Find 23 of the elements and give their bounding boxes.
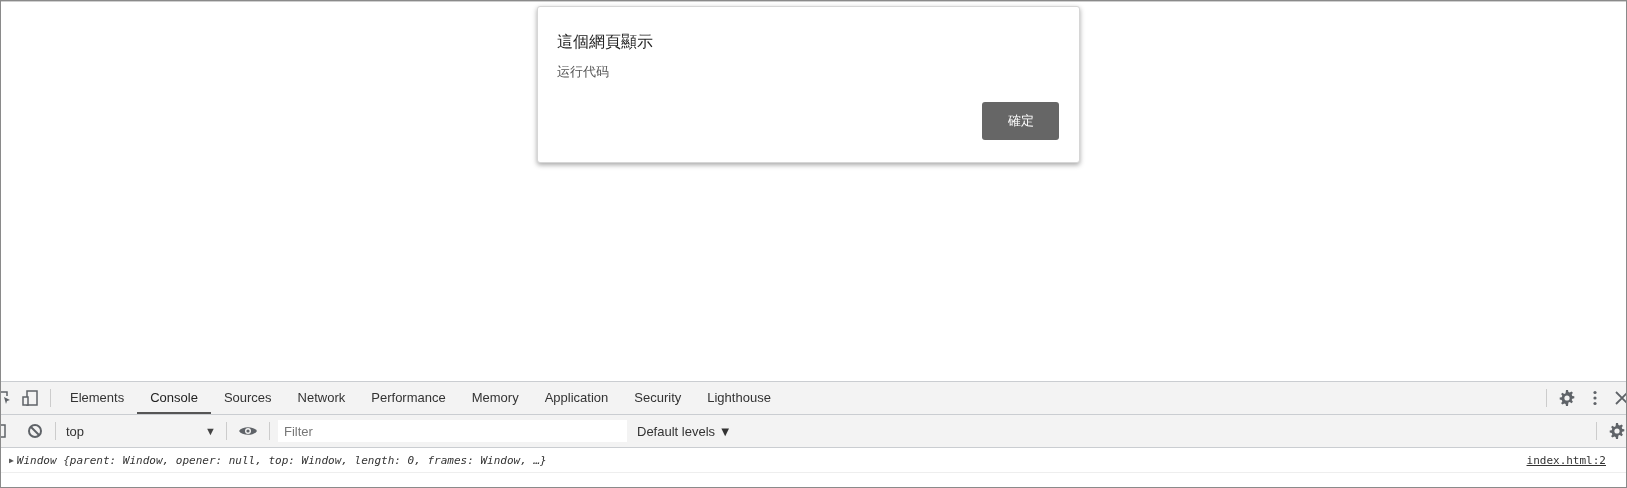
log-levels-dropdown[interactable]: Default levels ▼	[637, 423, 732, 439]
devtools-tab[interactable]: Sources	[210, 382, 285, 414]
dialog-title: 這個網頁顯示	[557, 32, 654, 53]
devtools-tab[interactable]: Performance	[358, 382, 459, 414]
settings-icon[interactable]	[1608, 422, 1626, 440]
context-dropdown[interactable]: top ▼	[62, 423, 220, 439]
devtools-tab[interactable]: Elements	[57, 382, 138, 414]
settings-icon[interactable]	[1558, 389, 1576, 407]
devtools-tab[interactable]: Application	[531, 382, 622, 414]
sidebar-icon[interactable]	[1, 422, 7, 440]
devtools-tab[interactable]: Security	[621, 382, 695, 414]
devtools-tab[interactable]: Lighthouse	[694, 382, 784, 414]
filter-field[interactable]: Filter	[278, 420, 627, 442]
devtools-tab[interactable]: Network	[284, 382, 359, 414]
dialog-message: 运行代码	[557, 63, 610, 81]
clear-console-icon[interactable]	[26, 422, 44, 440]
expand-arrow[interactable]: ▶	[9, 455, 14, 465]
devtools-tab[interactable]: Memory	[458, 382, 532, 414]
close-icon[interactable]	[1614, 389, 1626, 407]
ok-button[interactable]: 確定	[982, 102, 1059, 140]
device-toolbar-icon[interactable]	[21, 389, 39, 407]
console-message: Window {parent: Window, opener: null, top: Window, length: 0, frames: Window, …}	[16, 453, 547, 467]
source-link[interactable]: index.html:2	[1526, 453, 1606, 467]
